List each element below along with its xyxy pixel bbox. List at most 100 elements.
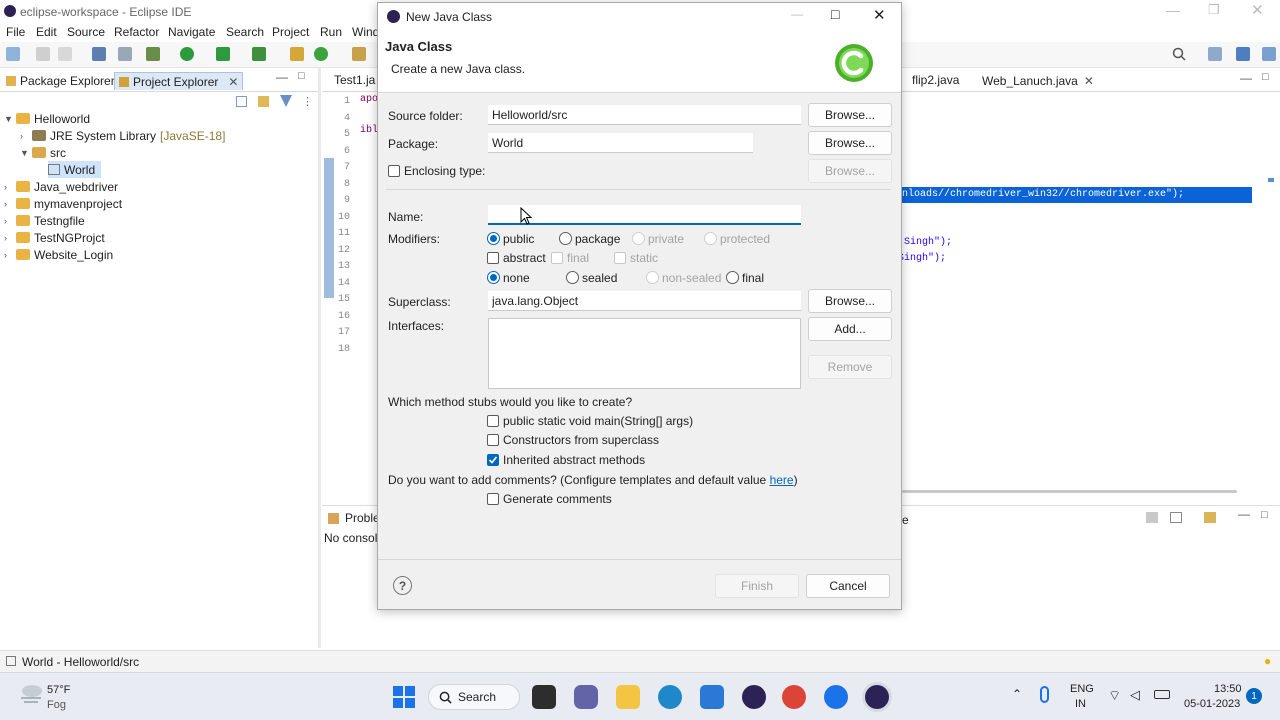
chevron-right-icon[interactable]: › — [4, 199, 12, 209]
enclosing-type-checkbox[interactable] — [388, 165, 400, 177]
notification-badge[interactable]: 1 — [1246, 688, 1262, 704]
close-tab-icon[interactable]: ✕ — [228, 75, 238, 89]
generate-comments-checkbox[interactable] — [487, 493, 499, 505]
panel-sash[interactable] — [318, 68, 321, 648]
menu-window[interactable]: Wind — [352, 25, 379, 39]
menu-project[interactable]: Project — [272, 25, 309, 39]
maximize-editor-icon[interactable]: □ — [1262, 71, 1269, 83]
language-primary[interactable]: ENG — [1070, 683, 1094, 695]
run-icon[interactable] — [180, 47, 194, 61]
console-tab-fragment[interactable]: e — [902, 513, 909, 527]
cancel-button[interactable]: Cancel — [806, 574, 890, 598]
sealed-radio[interactable] — [566, 271, 579, 284]
remove-interface-button[interactable]: Remove — [808, 355, 892, 379]
tree-item-testngprojct[interactable]: › TestNGProjct — [4, 229, 105, 246]
close-tab-icon[interactable]: ✕ — [1084, 74, 1094, 88]
pin-console-icon[interactable] — [1146, 512, 1158, 523]
package-radio[interactable] — [559, 232, 572, 245]
tab-flip2[interactable]: flip2.java — [912, 73, 959, 87]
browse-source-folder-button[interactable]: Browse... — [808, 103, 892, 127]
debug-perspective-icon[interactable] — [1262, 47, 1276, 61]
chevron-down-icon[interactable]: ▼ — [20, 148, 29, 158]
tab-problems[interactable]: Proble — [328, 511, 380, 525]
source-folder-input[interactable] — [488, 105, 801, 125]
minimize-view-icon[interactable]: — — [276, 70, 288, 84]
constructors-checkbox[interactable] — [487, 434, 499, 446]
chevron-down-icon[interactable]: ▼ — [4, 114, 13, 124]
new-class-icon[interactable] — [314, 47, 328, 61]
chevron-right-icon[interactable]: › — [4, 233, 12, 243]
search-icon[interactable] — [1172, 47, 1186, 61]
minimize-icon[interactable]: — — [1166, 2, 1180, 18]
eclipse-taskbar-icon[interactable] — [742, 685, 766, 709]
save-icon[interactable] — [36, 47, 50, 61]
microphone-icon[interactable] — [1040, 686, 1049, 703]
add-interface-button[interactable]: Add... — [808, 317, 892, 341]
file-explorer-icon[interactable] — [616, 685, 640, 709]
chevron-right-icon[interactable]: › — [4, 250, 12, 260]
skip-breakpoints-icon[interactable] — [118, 47, 132, 61]
close-icon[interactable]: ✕ — [1251, 1, 1264, 19]
tree-item-java-webdriver[interactable]: › Java_webdriver — [4, 178, 118, 195]
tab-web-lanuch[interactable]: Web_Lanuch.java ✕ — [982, 71, 1094, 91]
edge-icon[interactable] — [658, 685, 682, 709]
view-menu-icon[interactable]: ⋮ — [302, 95, 313, 108]
main-method-checkbox[interactable] — [487, 415, 499, 427]
debug-icon[interactable] — [146, 47, 160, 61]
collapse-all-icon[interactable] — [236, 96, 247, 107]
taskbar-search[interactable]: Search — [428, 684, 520, 710]
perspective-icon[interactable] — [1208, 47, 1222, 61]
help-icon[interactable]: ? — [393, 576, 412, 595]
tree-item-helloworld[interactable]: ▼ Helloworld — [4, 110, 90, 127]
maximize-icon[interactable]: □ — [831, 6, 839, 22]
final-sealing-radio[interactable] — [726, 271, 739, 284]
save-all-icon[interactable] — [58, 47, 72, 61]
minimize-panel-icon[interactable]: — — [1238, 507, 1250, 521]
eclipse-active-icon[interactable] — [865, 685, 889, 709]
menu-search[interactable]: Search — [226, 25, 264, 39]
chrome-icon[interactable] — [782, 685, 806, 709]
public-radio[interactable] — [487, 232, 500, 245]
maximize-icon[interactable]: ❐ — [1208, 2, 1220, 18]
inherited-methods-checkbox[interactable] — [487, 454, 499, 466]
class-name-input[interactable] — [488, 205, 801, 225]
clock-date[interactable]: 05-01-2023 — [1184, 698, 1240, 710]
weather-temp[interactable]: 57°F — [47, 684, 70, 696]
open-console-icon[interactable] — [1204, 512, 1216, 523]
task-view-icon[interactable] — [532, 685, 556, 709]
menu-navigate[interactable]: Navigate — [168, 25, 215, 39]
menu-edit[interactable]: Edit — [36, 25, 57, 39]
windows-start-icon[interactable] — [393, 686, 415, 708]
tab-test1[interactable]: Test1.ja — [334, 73, 375, 87]
tip-icon[interactable]: ● — [1264, 654, 1271, 668]
zoom-icon[interactable] — [824, 685, 848, 709]
new-icon[interactable] — [6, 47, 20, 61]
wifi-icon[interactable]: ⌔ — [1108, 687, 1121, 705]
tree-item-world[interactable]: World — [48, 161, 102, 178]
teams-icon[interactable] — [574, 685, 598, 709]
browse-package-button[interactable]: Browse... — [808, 131, 892, 155]
fog-icon[interactable] — [18, 683, 44, 703]
store-icon[interactable] — [700, 685, 724, 709]
abstract-checkbox[interactable] — [487, 252, 499, 264]
horizontal-scrollbar[interactable] — [902, 490, 1237, 493]
interfaces-list[interactable] — [488, 318, 801, 389]
chevron-right-icon[interactable]: › — [4, 216, 12, 226]
weather-desc[interactable]: Fog — [47, 699, 66, 711]
tab-project-explorer[interactable]: Project Explorer ✕ — [114, 72, 244, 90]
menu-source[interactable]: Source — [67, 25, 105, 39]
tree-item-src[interactable]: ▼ src — [20, 144, 66, 161]
coverage-icon[interactable] — [216, 47, 230, 61]
tree-item-jre[interactable]: › JRE System Library [JavaSE-18] — [20, 127, 225, 144]
maximize-panel-icon[interactable]: □ — [1261, 509, 1268, 521]
browse-enclosing-button[interactable]: Browse... — [808, 159, 892, 183]
browse-superclass-button[interactable]: Browse... — [808, 289, 892, 313]
configure-templates-link[interactable]: here — [770, 473, 794, 487]
close-icon[interactable]: ✕ — [873, 6, 886, 24]
java-perspective-icon[interactable] — [1236, 47, 1250, 61]
minimize-editor-icon[interactable]: — — [1240, 71, 1252, 85]
menu-refactor[interactable]: Refactor — [114, 25, 159, 39]
terminal-icon[interactable] — [92, 47, 106, 61]
none-radio[interactable] — [487, 271, 500, 284]
menu-run[interactable]: Run — [320, 25, 342, 39]
